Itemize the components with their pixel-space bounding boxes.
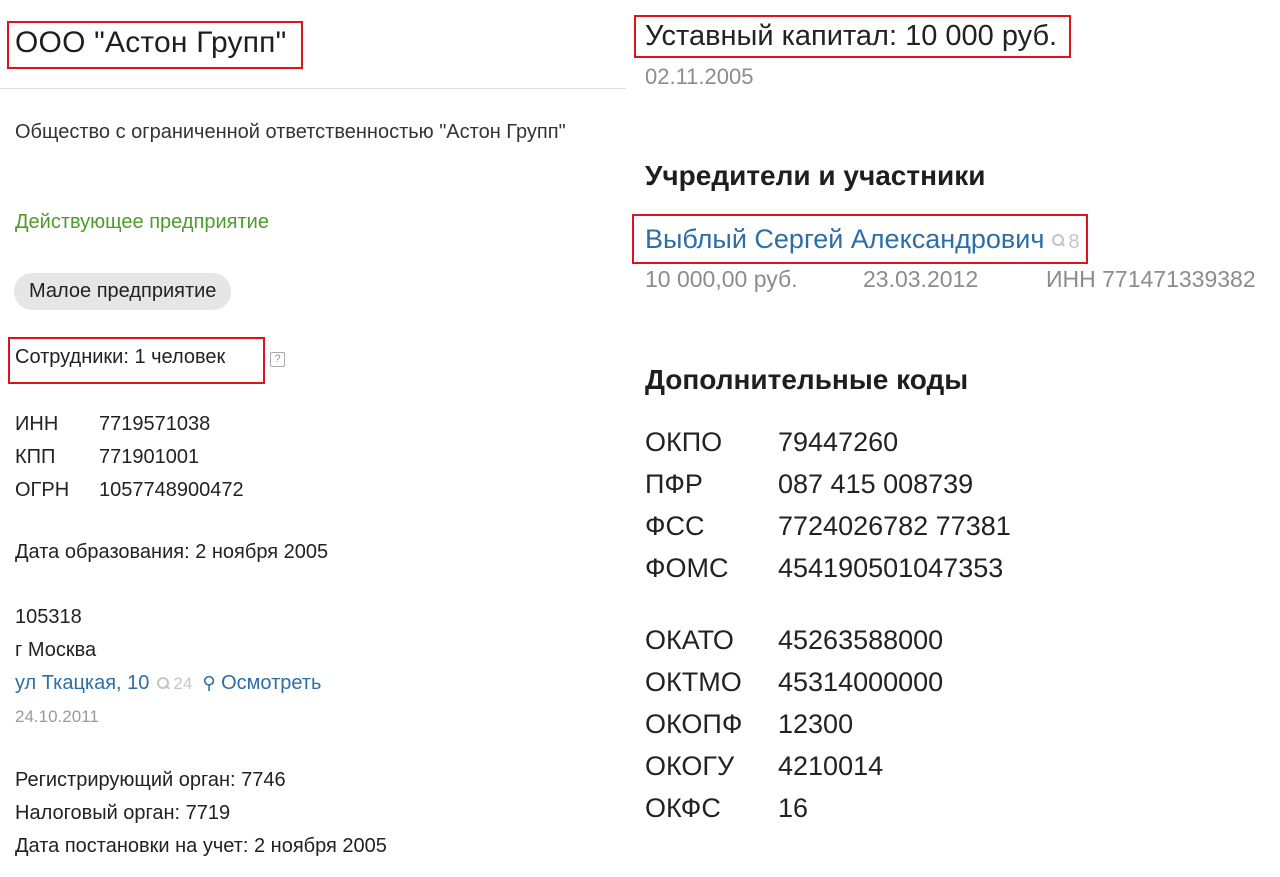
founders-heading: Учредители и участники <box>645 160 986 191</box>
code-key: ФСС <box>645 511 705 541</box>
code-key: ОКОГУ <box>645 751 735 781</box>
code-row-kpp: КПП 771901001 <box>15 441 244 474</box>
registering-body: Регистрирующий орган: 7746 <box>15 769 286 791</box>
code-value: 4210014 <box>778 751 884 781</box>
code-value: 1057748900472 <box>99 479 244 501</box>
highlight-box-capital <box>634 15 1071 58</box>
founder-inn: ИНН 771471339382 <box>1046 266 1256 292</box>
code-row-inn: ИНН 7719571038 <box>15 408 244 441</box>
code-key: ОКФС <box>645 793 721 823</box>
extra-codes-heading: Дополнительные коды <box>645 364 969 395</box>
map-pin-icon[interactable]: ⚲ <box>202 673 215 694</box>
code-row-okpo: ОКПО 79447260 <box>645 421 1011 463</box>
code-row-oktmo: ОКТМО 45314000000 <box>645 661 943 703</box>
company-full-name: Общество с ограниченной ответственностью… <box>15 121 566 143</box>
search-icon[interactable] <box>157 677 170 690</box>
address-date: 24.10.2011 <box>15 707 99 726</box>
divider <box>0 88 626 89</box>
registration-codes: ИНН 7719571038 КПП 771901001 ОГРН 105774… <box>15 408 244 507</box>
code-row-fss: ФСС 7724026782 77381 <box>645 505 1011 547</box>
code-row-okfs: ОКФС 16 <box>645 787 943 829</box>
code-value: 45314000000 <box>778 667 944 697</box>
help-icon[interactable]: ? <box>270 352 285 367</box>
extra-codes-group-2: ОКАТО 45263588000 ОКТМО 45314000000 ОКОП… <box>645 619 943 829</box>
code-key: ОГРН <box>15 479 70 501</box>
code-value: 12300 <box>778 709 854 739</box>
code-key: КПП <box>15 446 56 468</box>
code-row-okopf: ОКОПФ 12300 <box>645 703 943 745</box>
code-key: ИНН <box>15 413 59 435</box>
registration-date: Дата постановки на учет: 2 ноября 2005 <box>15 835 387 857</box>
code-row-ogrn: ОГРН 1057748900472 <box>15 474 244 507</box>
company-status: Действующее предприятие <box>15 211 269 233</box>
code-key: ПФР <box>645 469 703 499</box>
code-row-okato: ОКАТО 45263588000 <box>645 619 943 661</box>
code-value: 7719571038 <box>99 413 211 435</box>
company-card-left: ООО "Астон Групп" Общество с ограниченно… <box>0 0 628 877</box>
founder-meta: 10 000,00 руб. 23.03.2012 ИНН 7714713393… <box>645 266 1256 293</box>
code-value: 16 <box>778 793 809 823</box>
highlight-box-founder <box>632 214 1088 264</box>
code-key: ОКАТО <box>645 625 734 655</box>
company-card-right: Уставный капитал: 10 000 руб. 02.11.2005… <box>628 0 1280 877</box>
code-value: 79447260 <box>778 427 899 457</box>
founder-date: 23.03.2012 <box>863 266 979 292</box>
code-value: 7724026782 77381 <box>778 511 1011 541</box>
code-key: ОКТМО <box>645 667 742 697</box>
address-street-line: ул Ткацкая, 10 24 ⚲ Осмотреть <box>15 672 321 695</box>
code-row-pfr: ПФР 087 415 008739 <box>645 463 1011 505</box>
code-value: 45263588000 <box>778 625 944 655</box>
capital-date: 02.11.2005 <box>645 64 754 89</box>
tax-body: Налоговый орган: 7719 <box>15 802 231 824</box>
highlight-box-employees <box>8 337 265 384</box>
highlight-box-title <box>7 21 303 69</box>
founder-share: 10 000,00 руб. <box>645 266 798 292</box>
code-key: ОКПО <box>645 427 723 457</box>
code-key: ФОМС <box>645 553 729 583</box>
address-street-link[interactable]: ул Ткацкая, 10 <box>15 672 149 694</box>
code-value: 087 415 008739 <box>778 469 974 499</box>
code-value: 454190501047353 <box>778 553 1004 583</box>
code-row-foms: ФОМС 454190501047353 <box>645 547 1011 589</box>
address-city: г Москва <box>15 639 97 661</box>
inspect-link[interactable]: Осмотреть <box>221 672 321 694</box>
size-badge: Малое предприятие <box>14 273 232 310</box>
code-key: ОКОПФ <box>645 709 743 739</box>
code-row-okogu: ОКОГУ 4210014 <box>645 745 943 787</box>
extra-codes-group-1: ОКПО 79447260 ПФР 087 415 008739 ФСС 772… <box>645 421 1011 589</box>
formation-date: Дата образования: 2 ноября 2005 <box>15 541 329 563</box>
code-value: 771901001 <box>99 446 200 468</box>
address-search-count: 24 <box>173 674 193 693</box>
address-postcode: 105318 <box>15 606 82 628</box>
